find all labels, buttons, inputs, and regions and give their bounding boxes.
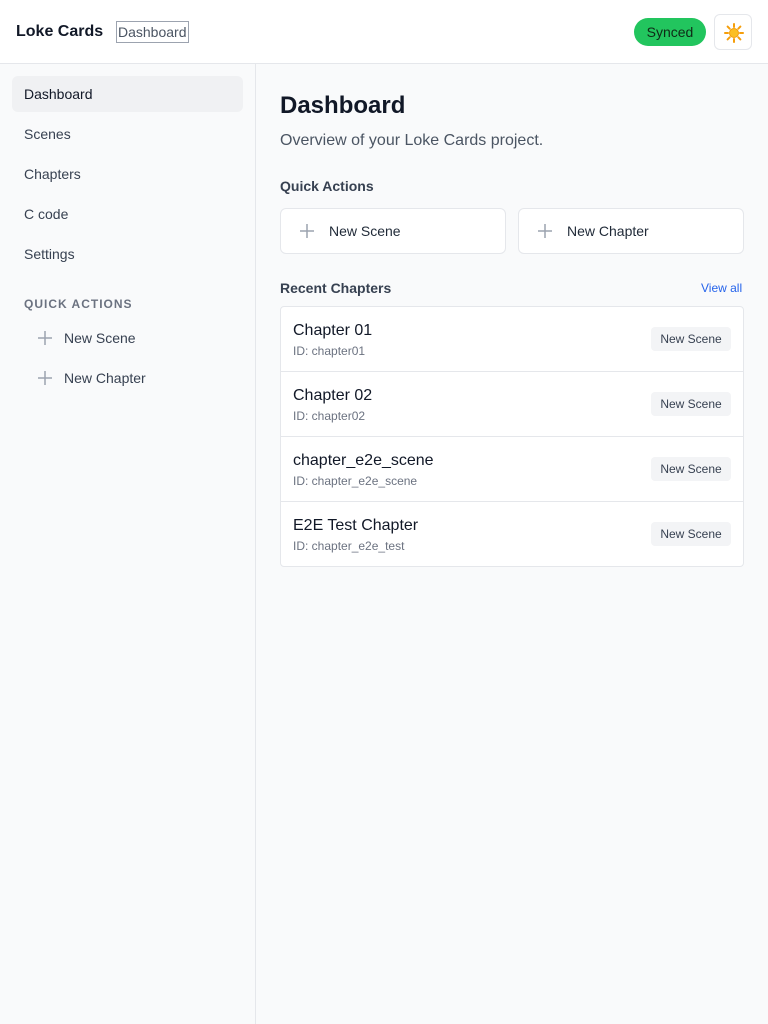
chapter-id: ID: chapter01 <box>293 344 366 358</box>
theme-toggle-button[interactable] <box>714 14 752 50</box>
sync-status-badge: Synced <box>634 18 706 46</box>
sidebar-new-scene-action[interactable]: New Scene <box>24 322 243 354</box>
top-bar: Loke Cards Dashboard Synced <box>0 0 768 64</box>
chapter-row[interactable]: chapter_e2e_scene ID: chapter_e2e_scene … <box>281 437 743 502</box>
plus-icon <box>538 224 552 238</box>
chapter-row[interactable]: Chapter 02 ID: chapter02 New Scene <box>281 372 743 437</box>
new-chapter-button[interactable]: New Chapter <box>518 208 744 254</box>
breadcrumb[interactable]: Dashboard <box>116 21 189 43</box>
new-scene-in-chapter-button[interactable]: New Scene <box>651 522 731 546</box>
chapter-row[interactable]: Chapter 01 ID: chapter01 New Scene <box>281 307 743 372</box>
view-all-link[interactable]: View all <box>701 280 742 296</box>
sidebar-item-scenes[interactable]: Scenes <box>12 116 243 152</box>
recent-chapters-title: Recent Chapters <box>280 280 392 296</box>
new-chapter-label: New Chapter <box>567 223 649 239</box>
new-scene-in-chapter-button[interactable]: New Scene <box>651 392 731 416</box>
quick-actions-title: Quick Actions <box>280 178 374 194</box>
sidebar-new-scene-label: New Scene <box>64 330 136 346</box>
chapter-title: E2E Test Chapter <box>293 517 419 534</box>
app-brand[interactable]: Loke Cards <box>16 21 103 43</box>
chapter-title: Chapter 01 <box>293 322 373 339</box>
recent-chapters-list: Chapter 01 ID: chapter01 New Scene Chapt… <box>280 306 744 567</box>
sidebar-item-settings[interactable]: Settings <box>12 236 243 272</box>
chapter-title: Chapter 02 <box>293 387 373 404</box>
plus-icon <box>38 371 52 385</box>
new-scene-in-chapter-button[interactable]: New Scene <box>651 457 731 481</box>
main-content: Dashboard Overview of your Loke Cards pr… <box>256 64 768 1024</box>
page-title: Dashboard <box>280 92 406 119</box>
sidebar-new-chapter-label: New Chapter <box>64 370 146 386</box>
quick-actions-heading: QUICK ACTIONS <box>24 297 133 311</box>
new-scene-in-chapter-button[interactable]: New Scene <box>651 327 731 351</box>
chapter-row[interactable]: E2E Test Chapter ID: chapter_e2e_test Ne… <box>281 502 743 567</box>
page-subtitle: Overview of your Loke Cards project. <box>280 132 544 149</box>
new-scene-button[interactable]: New Scene <box>280 208 506 254</box>
sidebar-new-chapter-action[interactable]: New Chapter <box>24 362 243 394</box>
sidebar-item-chapters[interactable]: Chapters <box>12 156 243 192</box>
plus-icon <box>300 224 314 238</box>
sun-icon <box>724 23 744 43</box>
chapter-id: ID: chapter_e2e_test <box>293 539 405 553</box>
new-scene-label: New Scene <box>329 223 401 239</box>
sidebar-item-c-code[interactable]: C code <box>12 196 243 232</box>
chapter-title: chapter_e2e_scene <box>293 452 434 469</box>
sidebar-item-dashboard[interactable]: Dashboard <box>12 76 243 112</box>
plus-icon <box>38 331 52 345</box>
chapter-id: ID: chapter_e2e_scene <box>293 474 418 488</box>
sidebar: Dashboard Scenes Chapters C code Setting… <box>0 64 256 1024</box>
chapter-id: ID: chapter02 <box>293 409 366 423</box>
